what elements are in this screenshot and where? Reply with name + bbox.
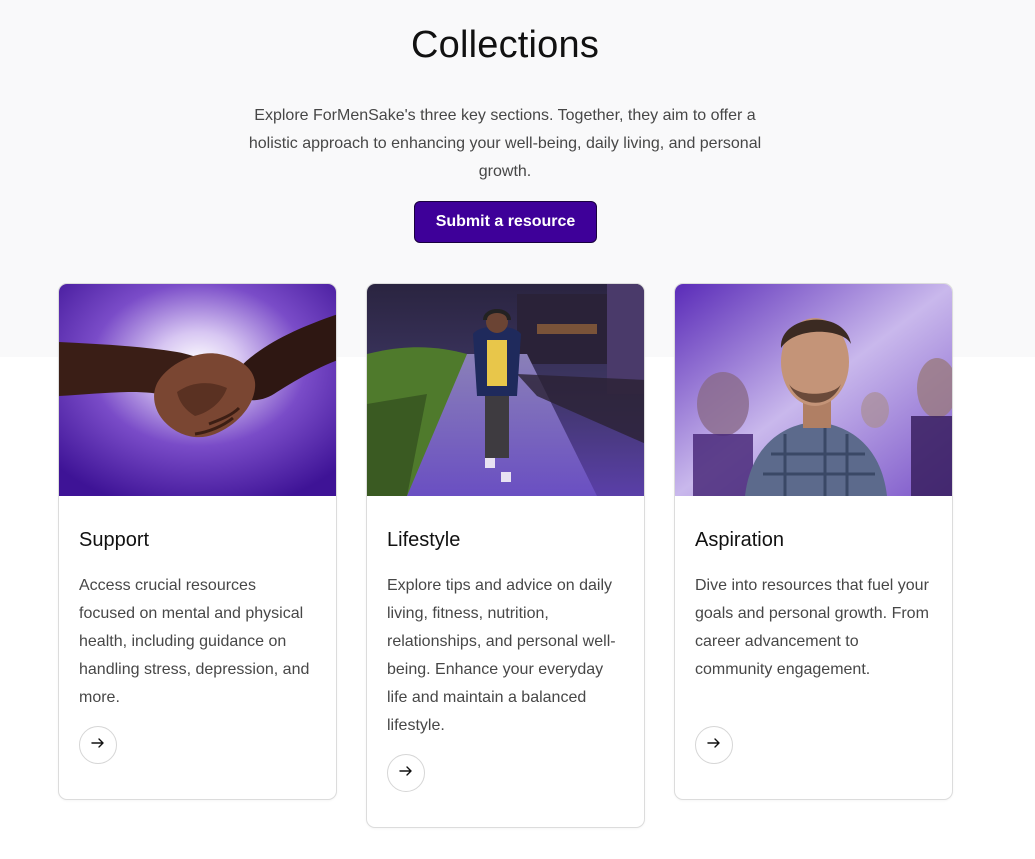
man-walking-image [367, 284, 644, 496]
collection-card-aspiration[interactable]: Aspiration Dive into resources that fuel… [674, 283, 953, 800]
collection-card-lifestyle[interactable]: Lifestyle Explore tips and advice on dai… [366, 283, 645, 828]
card-open-button[interactable] [387, 754, 425, 792]
arrow-right-icon [90, 735, 106, 756]
card-description: Access crucial resources focused on ment… [79, 577, 310, 706]
card-title: Support [79, 529, 150, 551]
card-open-button[interactable] [695, 726, 733, 764]
card-title: Lifestyle [387, 529, 461, 551]
arrow-right-icon [398, 763, 414, 784]
card-description: Dive into resources that fuel your goals… [695, 577, 929, 678]
card-description: Explore tips and advice on daily living,… [387, 577, 616, 734]
card-open-button[interactable] [79, 726, 117, 764]
man-looking-up-image [675, 284, 952, 496]
page-title: Collections [410, 24, 600, 66]
submit-resource-button[interactable]: Submit a resource [414, 201, 597, 243]
intro-text: Explore ForMenSake's three key sections.… [248, 107, 762, 180]
handshake-image [59, 284, 336, 496]
collection-card-support[interactable]: Support Access crucial resources focused… [58, 283, 337, 800]
card-title: Aspiration [695, 529, 784, 551]
arrow-right-icon [706, 735, 722, 756]
